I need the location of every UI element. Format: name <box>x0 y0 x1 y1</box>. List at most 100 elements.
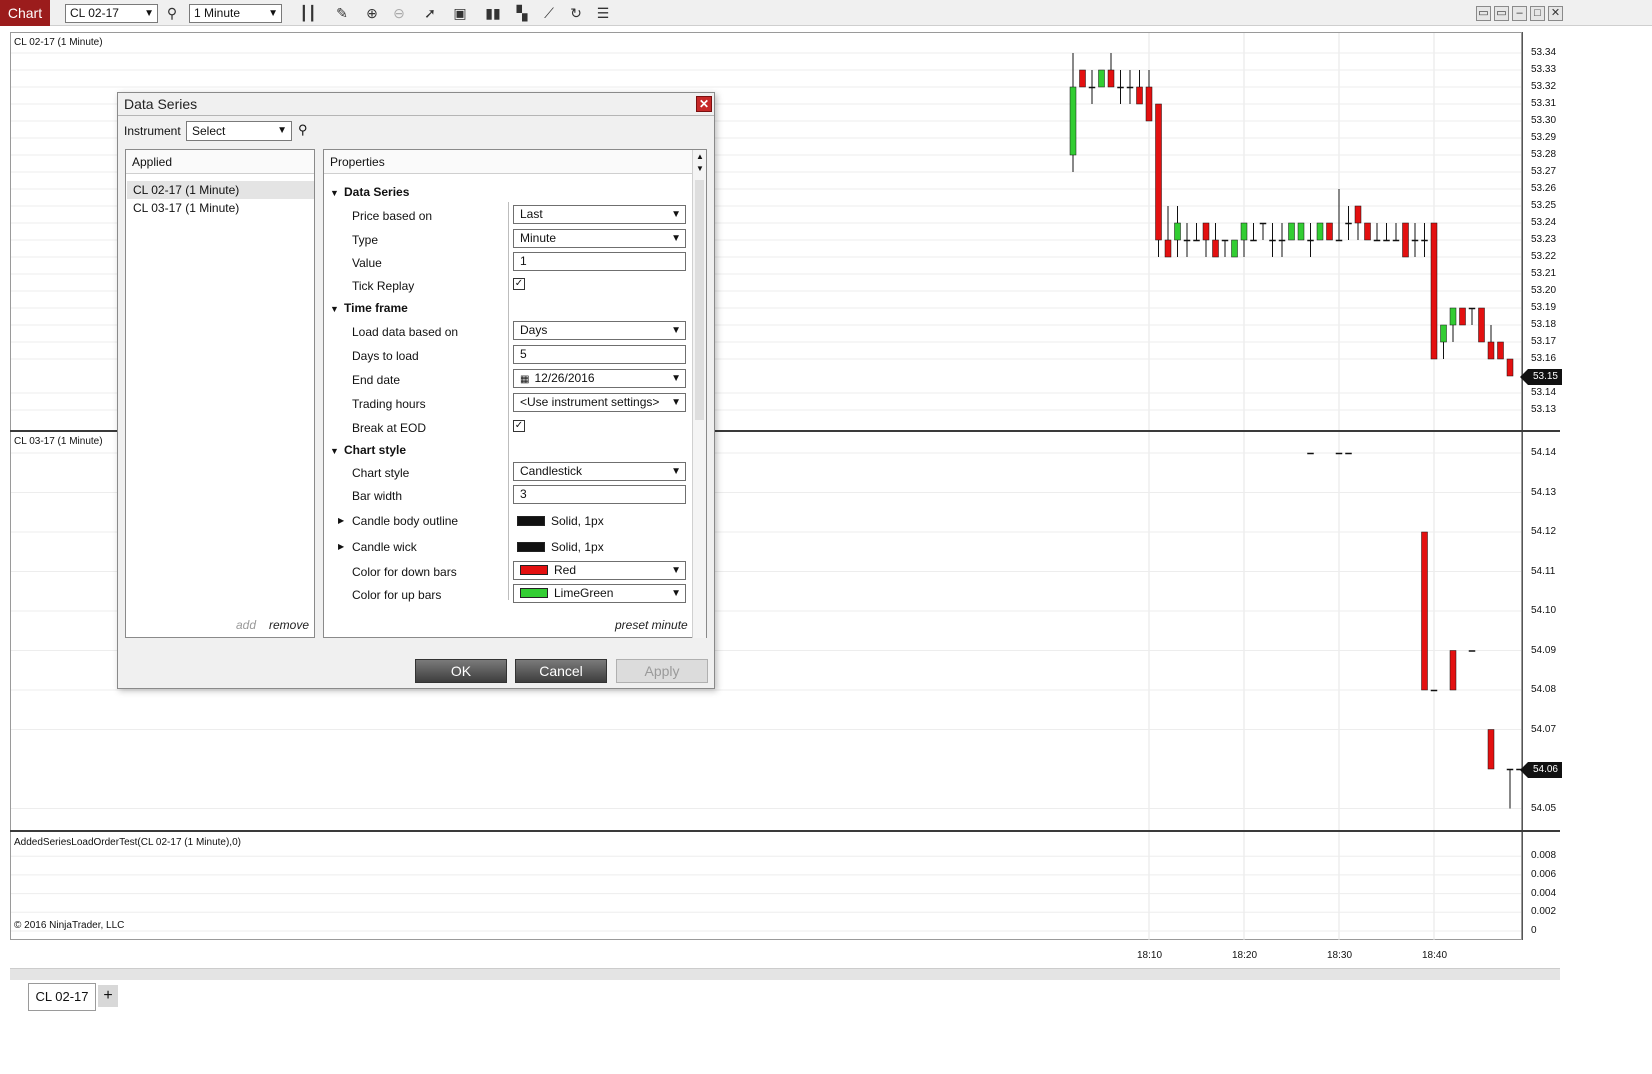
list-item[interactable]: CL 02-17 (1 Minute) <box>127 181 314 199</box>
prop-label: Value <box>352 256 382 270</box>
color-swatch-down <box>520 565 548 575</box>
time-axis-label: 18:20 <box>1232 950 1258 961</box>
field-value: Red <box>554 563 577 577</box>
dialog-title: Data Series <box>124 96 198 112</box>
candle-body <box>1174 222 1181 241</box>
chevron-right-icon: ▶ <box>338 542 345 551</box>
properties-panel: Properties ▼ Data Series Price based on L… <box>323 149 707 638</box>
candle-body <box>1307 239 1314 242</box>
list-item[interactable]: CL 03-17 (1 Minute) <box>127 199 314 217</box>
instrument-select[interactable]: Select ▼ <box>186 121 292 141</box>
add-button[interactable]: add <box>236 618 256 632</box>
price-axis-label: 54.12 <box>1531 526 1557 537</box>
field-value: LimeGreen <box>554 586 614 600</box>
price-axis-label: 0.008 <box>1531 850 1557 862</box>
price-axis-label: 53.21 <box>1531 268 1557 279</box>
section-chart-style[interactable]: ▼ Chart style <box>330 443 406 457</box>
candle-body <box>1221 239 1229 242</box>
chevron-down-icon: ▼ <box>330 188 339 198</box>
pane-label: AddedSeriesLoadOrderTest(CL 02-17 (1 Min… <box>14 837 241 848</box>
remove-button[interactable]: remove <box>269 618 309 632</box>
days-to-load-input[interactable]: 5 <box>513 345 686 364</box>
close-icon[interactable]: ✕ <box>696 96 712 112</box>
stroke-swatch <box>517 542 545 552</box>
price-based-on-select[interactable]: Last ▼ <box>513 205 686 224</box>
price-axis-label: 53.26 <box>1531 183 1557 194</box>
tab-cl-02-17[interactable]: CL 02-17 <box>28 983 96 1011</box>
price-axis-label: 53.19 <box>1531 302 1557 313</box>
field-value: Minute <box>520 231 557 245</box>
prop-label: Candle body outline <box>352 514 459 528</box>
chevron-right-icon: ▶ <box>338 516 345 525</box>
type-select[interactable]: Minute ▼ <box>513 229 686 248</box>
candle-body <box>1430 222 1438 360</box>
candle-body-outline-row[interactable]: ▶ Candle body outline <box>338 514 459 528</box>
prop-label: Chart style <box>352 466 410 480</box>
field-value: 12/26/2016 <box>534 371 595 385</box>
section-data-series[interactable]: ▼ Data Series <box>330 185 409 199</box>
candle-body <box>1459 307 1466 326</box>
properties-header: Properties <box>324 150 706 174</box>
divider <box>118 115 714 116</box>
candle-body <box>1212 239 1219 258</box>
down-color-select[interactable]: Red ▼ <box>513 561 686 580</box>
chevron-down-icon: ▼ <box>671 373 681 384</box>
chart-style-select[interactable]: Candlestick ▼ <box>513 462 686 481</box>
price-axis-label: 53.14 <box>1531 387 1557 398</box>
candle-body <box>1136 86 1143 105</box>
vertical-scrollbar[interactable]: ▲ ▼ <box>692 150 706 638</box>
stroke-value[interactable]: Solid, 1px <box>517 540 604 554</box>
candle-body <box>1487 341 1495 360</box>
scroll-thumb[interactable] <box>695 180 704 420</box>
time-axis-label: 18:40 <box>1422 950 1448 961</box>
candle-body <box>1383 239 1390 242</box>
prop-label: Trading hours <box>352 397 426 411</box>
cancel-button[interactable]: Cancel <box>515 659 607 683</box>
scroll-up-icon[interactable]: ▲ <box>696 152 704 161</box>
price-axis-label: 0 <box>1531 925 1537 936</box>
apply-button[interactable]: Apply <box>616 659 708 683</box>
ok-button[interactable]: OK <box>415 659 507 683</box>
tick-replay-checkbox[interactable]: ✓ <box>513 278 525 290</box>
load-data-based-on-select[interactable]: Days ▼ <box>513 321 686 340</box>
value-axis[interactable] <box>1522 832 1562 940</box>
trading-hours-select[interactable]: <Use instrument settings> ▼ <box>513 393 686 412</box>
price-series-cl-03-17 <box>1307 452 1523 809</box>
price-axis-label: 53.29 <box>1531 132 1557 143</box>
chevron-down-icon: ▼ <box>277 125 287 136</box>
candle-wick-row[interactable]: ▶ Candle wick <box>338 540 417 554</box>
up-color-select[interactable]: LimeGreen ▼ <box>513 584 686 603</box>
price-axis-label: 53.30 <box>1531 115 1557 126</box>
pane-divider[interactable] <box>10 830 1560 832</box>
break-at-eod-checkbox[interactable]: ✓ <box>513 420 525 432</box>
search-icon[interactable]: ⚲ <box>298 122 308 138</box>
scroll-down-icon[interactable]: ▼ <box>696 164 704 173</box>
candle-body <box>1202 222 1210 241</box>
section-time-frame[interactable]: ▼ Time frame <box>330 301 408 315</box>
price-axis-label: 53.18 <box>1531 319 1557 330</box>
column-divider <box>508 202 509 600</box>
add-tab-button[interactable]: + <box>98 985 118 1007</box>
candle-body <box>1364 222 1371 241</box>
end-date-picker[interactable]: ▦ 12/26/2016 ▼ <box>513 369 686 388</box>
data-series-dialog: Data Series ✕ Instrument Select ▼ ⚲ Appli… <box>117 92 715 689</box>
price-axis-label: 53.22 <box>1531 251 1557 262</box>
prop-label: Color for down bars <box>352 565 457 579</box>
instrument-label: Instrument <box>124 124 181 138</box>
field-value: Solid, 1px <box>551 514 604 528</box>
bar-width-input[interactable]: 3 <box>513 485 686 504</box>
price-axis-label: 54.10 <box>1531 605 1557 616</box>
candle-body <box>1392 239 1400 242</box>
section-label: Data Series <box>344 185 410 199</box>
value-input[interactable]: 1 <box>513 252 686 271</box>
last-price-marker: 53.15 <box>1520 369 1562 385</box>
candle-body <box>1250 239 1257 242</box>
price-axis-label: 53.28 <box>1531 149 1557 160</box>
price-series-cl-02-17 <box>1069 53 1514 377</box>
applied-panel: Applied CL 02-17 (1 Minute) CL 03-17 (1 … <box>125 149 315 638</box>
horizontal-scrollbar[interactable] <box>10 968 1560 980</box>
stroke-value[interactable]: Solid, 1px <box>517 514 604 528</box>
chevron-down-icon: ▼ <box>671 565 681 576</box>
prop-label: Price based on <box>352 209 433 223</box>
preset-button[interactable]: preset minute <box>615 618 688 632</box>
